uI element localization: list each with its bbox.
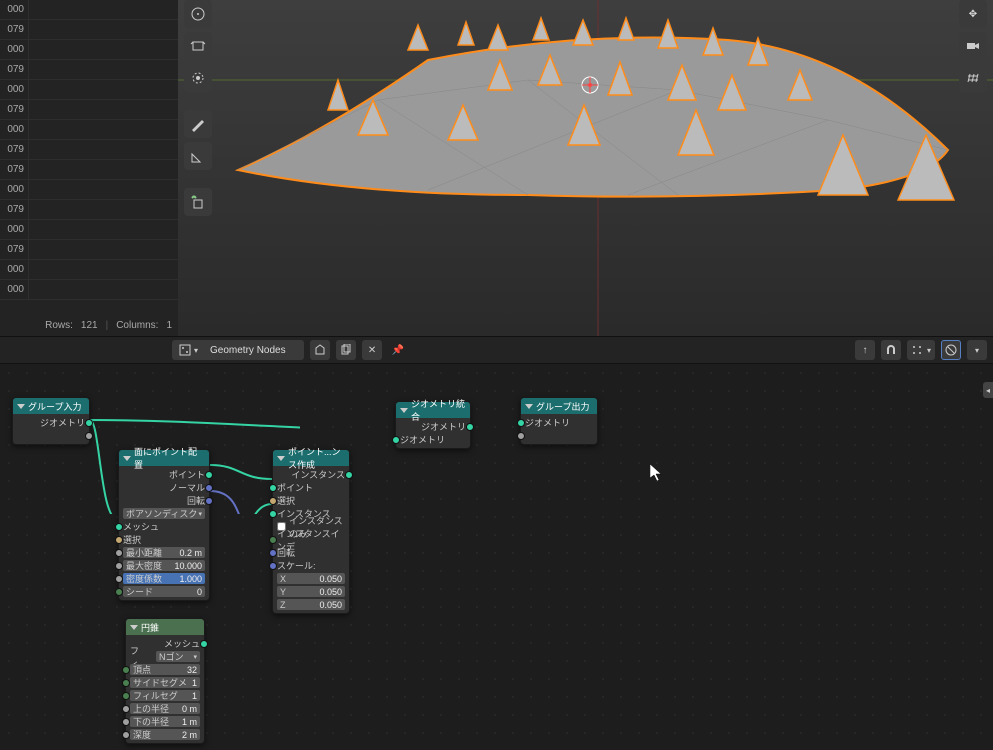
snap-toggle[interactable] bbox=[881, 340, 901, 360]
spreadsheet-row[interactable]: 000 bbox=[0, 180, 178, 200]
sidebar-toggle[interactable]: ◂ bbox=[983, 382, 993, 398]
rows-value: 121 bbox=[81, 320, 98, 331]
socket-geometry-in[interactable] bbox=[517, 419, 525, 427]
frame-tool[interactable] bbox=[184, 32, 212, 60]
new-nodetree-icon[interactable] bbox=[336, 340, 356, 360]
rows-label: Rows: bbox=[45, 320, 73, 331]
mouse-cursor bbox=[650, 464, 662, 482]
overlay-toggle[interactable] bbox=[941, 340, 961, 360]
spreadsheet-row[interactable]: 000 bbox=[0, 220, 178, 240]
node-editor[interactable]: ◂ グループ入力 ジオメトリ グループ出力 ジオメトリ ジオメトリ bbox=[0, 364, 993, 750]
verts-field[interactable]: 頂点32 bbox=[130, 664, 200, 675]
spreadsheet-row[interactable]: 000 bbox=[0, 80, 178, 100]
radius-bot-field[interactable]: 下の半径1 m bbox=[130, 716, 200, 727]
node-header[interactable]: グループ出力 bbox=[521, 398, 597, 414]
add-cube-tool[interactable] bbox=[184, 188, 212, 216]
node-distribute-points[interactable]: 面にポイント配置 ポイント ノーマル 回転 ボアソンディスク▾ メッシュ 選択 … bbox=[118, 449, 210, 601]
pin-icon[interactable]: 📌 bbox=[388, 340, 408, 360]
node-header[interactable]: ポイント...ンス作成 bbox=[273, 450, 349, 466]
collapse-icon[interactable] bbox=[123, 456, 131, 461]
socket-out[interactable] bbox=[345, 471, 353, 479]
grid-icon[interactable] bbox=[959, 64, 987, 92]
dist-min-field[interactable]: 最小距離0.2 m bbox=[123, 547, 205, 558]
framesel-tool[interactable] bbox=[184, 64, 212, 92]
spreadsheet-row[interactable]: 000 bbox=[0, 120, 178, 140]
socket-geometry-out[interactable] bbox=[85, 419, 93, 427]
viewport-3d[interactable]: ✥ bbox=[178, 0, 993, 336]
spreadsheet-row[interactable]: 000 bbox=[0, 280, 178, 300]
spreadsheet-row[interactable]: 079 bbox=[0, 60, 178, 80]
camera-icon[interactable] bbox=[959, 32, 987, 60]
socket-blank-out[interactable] bbox=[85, 432, 93, 440]
node-cone[interactable]: 円錐 メッシュ フィ...Nゴン▾ 頂点32 サイドセグメ1 フィルセグ1 上の… bbox=[125, 618, 205, 744]
cols-value: 1 bbox=[166, 320, 172, 331]
spreadsheet-row[interactable]: 079 bbox=[0, 140, 178, 160]
node-tree-name[interactable]: Geometry Nodes bbox=[204, 345, 304, 356]
fill-type-dropdown[interactable]: Nゴン▾ bbox=[156, 651, 200, 662]
socket-out[interactable] bbox=[466, 423, 474, 431]
spreadsheet-row[interactable]: 079 bbox=[0, 200, 178, 220]
collapse-icon[interactable] bbox=[17, 404, 25, 409]
spreadsheet-row[interactable]: 079 bbox=[0, 160, 178, 180]
annotate-tool[interactable] bbox=[184, 110, 212, 138]
density-factor-field[interactable]: 密度係数1.000 bbox=[123, 573, 205, 584]
spreadsheet-row[interactable]: 000 bbox=[0, 40, 178, 60]
spreadsheet-status: Rows: 121 | Columns: 1 bbox=[0, 314, 178, 336]
cursor-tool[interactable] bbox=[184, 0, 212, 28]
snap-type[interactable]: ▾ bbox=[907, 340, 935, 360]
spreadsheet-panel: 0000790000790000790000790790000790000790… bbox=[0, 0, 178, 336]
overlay-dropdown[interactable]: ▾ bbox=[967, 340, 987, 360]
fill-seg-field[interactable]: フィルセグ1 bbox=[130, 690, 200, 701]
collapse-icon[interactable] bbox=[130, 625, 138, 630]
socket-points-out[interactable] bbox=[205, 471, 213, 479]
method-dropdown[interactable]: ボアソンディスク▾ bbox=[123, 508, 205, 519]
spreadsheet-row[interactable]: 079 bbox=[0, 240, 178, 260]
socket-select-in[interactable] bbox=[115, 536, 123, 544]
spreadsheet-row[interactable]: 000 bbox=[0, 260, 178, 280]
scale-x[interactable]: X0.050 bbox=[277, 573, 345, 584]
pan-icon[interactable]: ✥ bbox=[959, 0, 987, 28]
cols-label: Columns: bbox=[116, 320, 158, 331]
collapse-icon[interactable] bbox=[525, 404, 533, 409]
seed-field[interactable]: シード0 bbox=[123, 586, 205, 597]
fake-user-icon[interactable] bbox=[310, 340, 330, 360]
scale-z[interactable]: Z0.050 bbox=[277, 599, 345, 610]
node-header[interactable]: 円錐 bbox=[126, 619, 204, 635]
spreadsheet-row[interactable]: 000 bbox=[0, 0, 178, 20]
measure-tool[interactable] bbox=[184, 142, 212, 170]
collapse-icon[interactable] bbox=[277, 456, 285, 461]
socket-mesh-in[interactable] bbox=[115, 523, 123, 531]
parent-node-icon[interactable]: ↑ bbox=[855, 340, 875, 360]
spreadsheet-row[interactable]: 079 bbox=[0, 20, 178, 40]
socket-in[interactable] bbox=[392, 436, 400, 444]
node-tree-dropdown[interactable]: ▾ bbox=[172, 343, 204, 357]
socket-points-in[interactable] bbox=[269, 484, 277, 492]
socket-blank-in[interactable] bbox=[517, 432, 525, 440]
node-group-input[interactable]: グループ入力 ジオメトリ bbox=[12, 397, 90, 445]
socket-instance-in[interactable] bbox=[269, 510, 277, 518]
side-seg-field[interactable]: サイドセグメ1 bbox=[130, 677, 200, 688]
socket-mesh-out[interactable] bbox=[200, 640, 208, 648]
socket-rotation-in[interactable] bbox=[269, 549, 277, 557]
unlink-icon[interactable]: ✕ bbox=[362, 340, 382, 360]
node-join-geometry[interactable]: ジオメトリ統合 ジオメトリ ジオメトリ bbox=[395, 401, 471, 449]
node-instance-on-points[interactable]: ポイント...ンス作成 インスタンス ポイント 選択 インスタンス インスタンス… bbox=[272, 449, 350, 614]
density-max-field[interactable]: 最大密度10.000 bbox=[123, 560, 205, 571]
radius-top-field[interactable]: 上の半径0 m bbox=[130, 703, 200, 714]
node-header[interactable]: 面にポイント配置 bbox=[119, 450, 209, 466]
node-editor-header: ▾ Geometry Nodes ✕ 📌 ↑ ▾ ▾ bbox=[0, 336, 993, 364]
mesh-render bbox=[178, 0, 993, 336]
depth-field[interactable]: 深度2 m bbox=[130, 729, 200, 740]
socket-normal-out[interactable] bbox=[205, 484, 213, 492]
socket-rotation-out[interactable] bbox=[205, 497, 213, 505]
node-header[interactable]: ジオメトリ統合 bbox=[396, 402, 470, 418]
scale-y[interactable]: Y0.050 bbox=[277, 586, 345, 597]
spreadsheet-row[interactable]: 079 bbox=[0, 100, 178, 120]
node-header[interactable]: グループ入力 bbox=[13, 398, 89, 414]
collapse-icon[interactable] bbox=[400, 408, 408, 413]
node-group-output[interactable]: グループ出力 ジオメトリ bbox=[520, 397, 598, 445]
